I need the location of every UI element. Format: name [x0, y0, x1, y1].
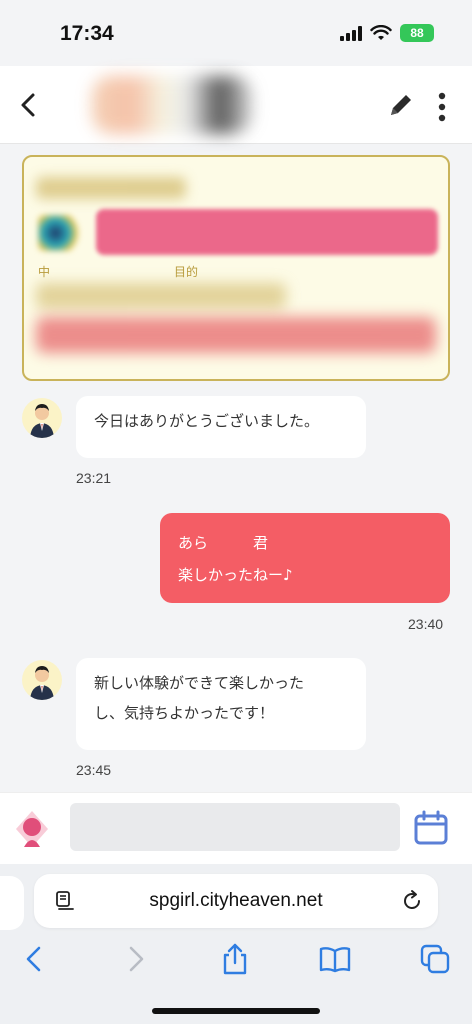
message-time: 23:21	[76, 470, 112, 486]
message-bubble-incoming[interactable]: 新しい体験ができて楽しかった し、気持ちよかったです！	[76, 658, 366, 750]
bookmarks-icon[interactable]	[318, 942, 352, 976]
home-indicator[interactable]	[152, 1008, 320, 1014]
card-banner-blurred	[96, 209, 438, 255]
status-bar: 17:34 88	[0, 0, 472, 66]
address-bar[interactable]: spgirl.cityheaven.net	[34, 874, 438, 928]
back-button[interactable]	[14, 90, 44, 120]
battery-icon: 88	[400, 24, 434, 42]
calendar-icon[interactable]	[412, 809, 450, 847]
message-text-line: 新しい体験ができて楽しかった	[94, 674, 305, 692]
browser-toolbar: spgirl.cityheaven.net	[0, 864, 472, 1024]
previous-tab-peek[interactable]	[0, 876, 24, 930]
status-icons: 88	[340, 24, 434, 42]
status-time: 17:34	[60, 22, 114, 45]
message-input-bar	[0, 792, 472, 864]
tabs-icon[interactable]	[418, 942, 452, 976]
message-text-line: あら 君	[178, 534, 269, 552]
card-label-right: 目的	[174, 265, 199, 279]
sender-avatar[interactable]	[22, 398, 62, 438]
message-text: 今日はありがとうございました。	[94, 412, 320, 430]
url-text: spgirl.cityheaven.net	[149, 890, 323, 911]
pencil-icon[interactable]	[386, 90, 416, 120]
reservation-info-card[interactable]: 中 目的	[22, 155, 450, 381]
person-icon	[30, 404, 54, 438]
forward-icon[interactable]	[118, 942, 152, 976]
message-text-line: し、気持ちよかったです！	[94, 704, 275, 722]
card-logo-icon	[38, 215, 82, 251]
back-icon[interactable]	[18, 942, 52, 976]
reload-icon[interactable]	[400, 889, 424, 913]
message-time: 23:45	[76, 762, 112, 778]
message-time: 23:40	[408, 616, 444, 632]
wifi-icon	[370, 25, 392, 40]
message-input[interactable]	[70, 803, 400, 851]
person-icon	[30, 666, 54, 700]
card-title-blurred	[36, 177, 186, 199]
more-vertical-icon[interactable]	[430, 90, 454, 124]
card-detail-blurred	[36, 283, 286, 309]
message-bubble-incoming[interactable]: 今日はありがとうございました。	[76, 396, 366, 458]
contact-avatar-blurred[interactable]	[92, 76, 252, 134]
share-icon[interactable]	[218, 942, 252, 976]
cellular-signal-icon	[340, 25, 362, 41]
message-text-line: 楽しかったねー♪	[178, 566, 293, 584]
sender-avatar[interactable]	[22, 660, 62, 700]
shop-logo-icon[interactable]	[12, 807, 52, 851]
card-label-left: 中	[38, 265, 51, 279]
message-bubble-outgoing[interactable]: あら 君 楽しかったねー♪	[160, 513, 450, 603]
chat-header	[0, 66, 472, 144]
card-note-blurred	[36, 317, 436, 353]
